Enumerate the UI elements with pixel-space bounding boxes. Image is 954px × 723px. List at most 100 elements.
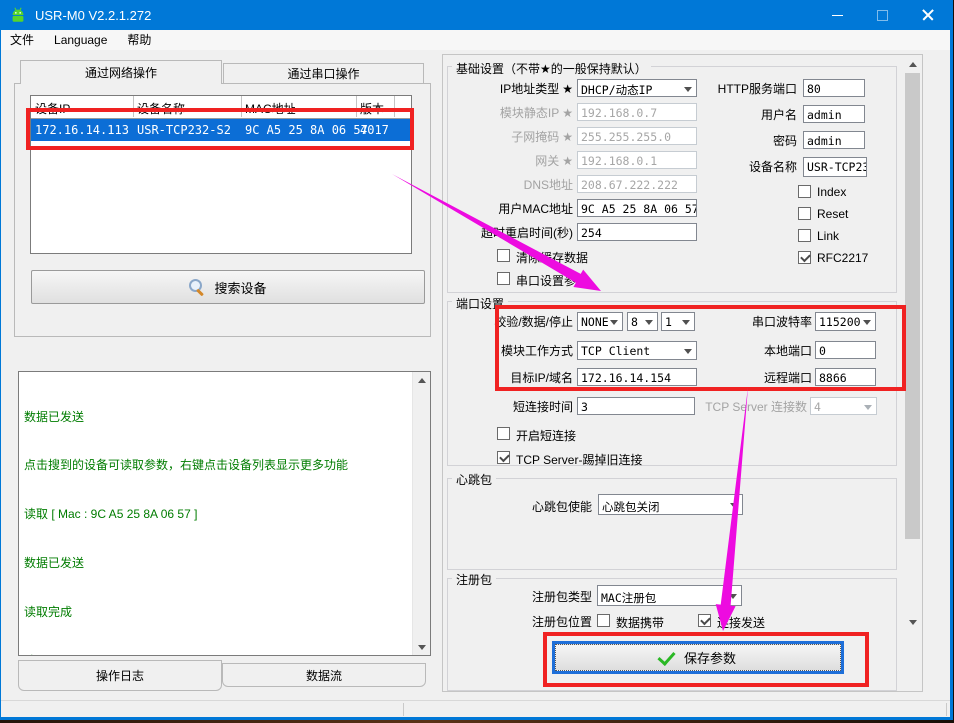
password-field[interactable]: admin (803, 131, 865, 149)
log-line: 点击搜到的设备可读取参数，右键点击设备列表显示更多功能 (24, 457, 410, 473)
tab-data-stream[interactable]: 数据流 (222, 663, 426, 687)
window-border-right (950, 0, 953, 720)
username-label: 用户名 (690, 108, 797, 122)
http-port-field[interactable]: 80 (803, 79, 865, 97)
tab-operation-log[interactable]: 操作日志 (18, 660, 222, 691)
gateway-field[interactable]: 192.168.0.1 (577, 151, 697, 169)
heartbeat-enable-label: 心跳包使能 (460, 500, 592, 514)
work-mode-select[interactable]: TCP Client (577, 341, 697, 360)
log-line: 读取 [ Mac : 9C A5 25 8A 06 57 ] (24, 506, 410, 522)
index-label: Index (817, 185, 846, 199)
heartbeat-group (447, 478, 897, 570)
maximize-icon (877, 10, 888, 21)
star-icon: ★ (562, 82, 573, 96)
save-params-button[interactable]: 保存参数 (555, 644, 841, 671)
rfc2217-label: RFC2217 (817, 251, 868, 265)
chevron-down-icon (610, 320, 618, 325)
heartbeat-enable-select[interactable]: 心跳包关闭 (598, 494, 743, 515)
device-name-field[interactable]: USR-TCP232 (803, 157, 867, 177)
device-row-selected[interactable]: 172.16.14.113 USR-TCP232-S2 9C A5 25 8A … (31, 119, 411, 141)
link-checkbox[interactable] (798, 229, 811, 242)
menu-language[interactable]: Language (44, 30, 117, 50)
close-button[interactable] (905, 0, 950, 30)
scroll-up-icon[interactable] (904, 56, 921, 72)
tab-serial[interactable]: 通过串口操作 (223, 63, 424, 84)
serial-params-checkbox[interactable] (497, 272, 510, 285)
chevron-down-icon (864, 405, 872, 410)
remote-port-label: 远程端口 (700, 371, 812, 385)
chevron-down-icon (682, 320, 690, 325)
register-type-select[interactable]: MAC注册包 (597, 585, 742, 606)
window-controls (815, 0, 950, 30)
scrollbar-thumb[interactable] (905, 73, 920, 539)
col-mac[interactable]: MAC地址 (245, 100, 296, 117)
stop-bits-select[interactable]: 1 (661, 312, 695, 331)
close-icon (921, 8, 935, 22)
timeout-field[interactable]: 254 (577, 223, 697, 241)
mac-field[interactable]: 9C A5 25 8A 06 57 (577, 199, 697, 217)
baud-select[interactable]: 115200 (815, 312, 876, 331)
scroll-down-icon[interactable] (904, 614, 921, 630)
app-window: USR-M0 V2.2.1.272 文件 Language 帮助 通过网络操作 … (0, 0, 953, 720)
timeout-label: 超时重启时间(秒) (447, 226, 573, 240)
device-table-header: 设备IP 设备名称 MAC地址 版本 (31, 96, 411, 119)
col-device-ip[interactable]: 设备IP (35, 100, 70, 117)
password-label: 密码 (690, 134, 797, 148)
carry-data-label: 数据携带 (616, 614, 664, 631)
dns-field[interactable]: 208.67.222.222 (577, 175, 697, 193)
operation-log[interactable]: 数据已发送 点击搜到的设备可读取参数，右键点击设备列表显示更多功能 读取 [ M… (18, 371, 431, 656)
window-border-bottom (0, 717, 953, 720)
menu-file[interactable]: 文件 (0, 30, 44, 50)
base-settings-title: 基础设置（不带★的一般保持默认） (452, 60, 651, 77)
log-line: 数据已发送 (24, 409, 410, 425)
log-line: 读取 [ Mac : 9C A5 25 8A 06 57 ] (24, 653, 410, 656)
short-conn-label: 开启短连接 (516, 427, 576, 444)
serial-params-label: 串口设置参数 (516, 272, 588, 289)
ip-type-select[interactable]: DHCP/动态IP (577, 79, 697, 97)
col-device-name[interactable]: 设备名称 (137, 100, 185, 117)
static-ip-field[interactable]: 192.168.0.7 (577, 103, 697, 121)
username-field[interactable]: admin (803, 105, 865, 123)
minimize-button[interactable] (815, 0, 860, 30)
scroll-up-icon[interactable] (413, 372, 430, 388)
remote-port-field[interactable]: 8866 (815, 368, 876, 386)
menu-help[interactable]: 帮助 (117, 30, 161, 50)
local-port-field[interactable]: 0 (815, 341, 876, 359)
short-time-field[interactable]: 3 (577, 397, 695, 415)
maximize-button[interactable] (860, 0, 905, 30)
chevron-down-icon (684, 349, 692, 354)
log-line: 读取完成 (24, 604, 410, 620)
search-device-button[interactable]: 搜索设备 (31, 270, 425, 304)
data-bits-select[interactable]: 8 (627, 312, 658, 331)
log-scrollbar[interactable] (412, 372, 430, 655)
title-bar[interactable]: USR-M0 V2.2.1.272 (0, 0, 953, 30)
search-icon (189, 279, 205, 295)
register-type-label: 注册包类型 (460, 590, 592, 604)
device-table: 设备IP 设备名称 MAC地址 版本 172.16.14.113 USR-TCP… (30, 95, 412, 254)
clear-cache-checkbox[interactable] (497, 249, 510, 262)
col-version[interactable]: 版本 (360, 100, 384, 117)
scroll-down-icon[interactable] (413, 639, 430, 655)
parity-select[interactable]: NONE (577, 312, 623, 331)
chevron-down-icon (645, 320, 653, 325)
reset-label: Reset (817, 207, 848, 221)
short-conn-checkbox[interactable] (497, 427, 510, 440)
send-on-connect-label: 连接发送 (717, 614, 765, 631)
reset-checkbox[interactable] (798, 207, 811, 220)
rfc2217-checkbox[interactable] (798, 251, 811, 264)
settings-scrollbar[interactable] (904, 56, 921, 630)
send-on-connect-checkbox[interactable] (698, 614, 711, 627)
kick-old-checkbox[interactable] (497, 451, 510, 464)
target-ip-field[interactable]: 172.16.14.154 (577, 368, 697, 386)
index-checkbox[interactable] (798, 185, 811, 198)
tcp-server-conn-label: TCP Server 连接数 (690, 400, 807, 414)
tab-network[interactable]: 通过网络操作 (20, 60, 222, 84)
clear-cache-label: 清除缓存数据 (516, 249, 588, 266)
subnet-field[interactable]: 255.255.255.0 (577, 127, 697, 145)
parity-label: 校验/数据/停止 (447, 315, 573, 329)
tcp-server-conn-select[interactable]: 4 (810, 397, 877, 415)
target-ip-label: 目标IP/域名 (447, 371, 573, 385)
carry-data-checkbox[interactable] (597, 614, 610, 627)
link-label: Link (817, 229, 839, 243)
log-line: 数据已发送 (24, 555, 410, 571)
